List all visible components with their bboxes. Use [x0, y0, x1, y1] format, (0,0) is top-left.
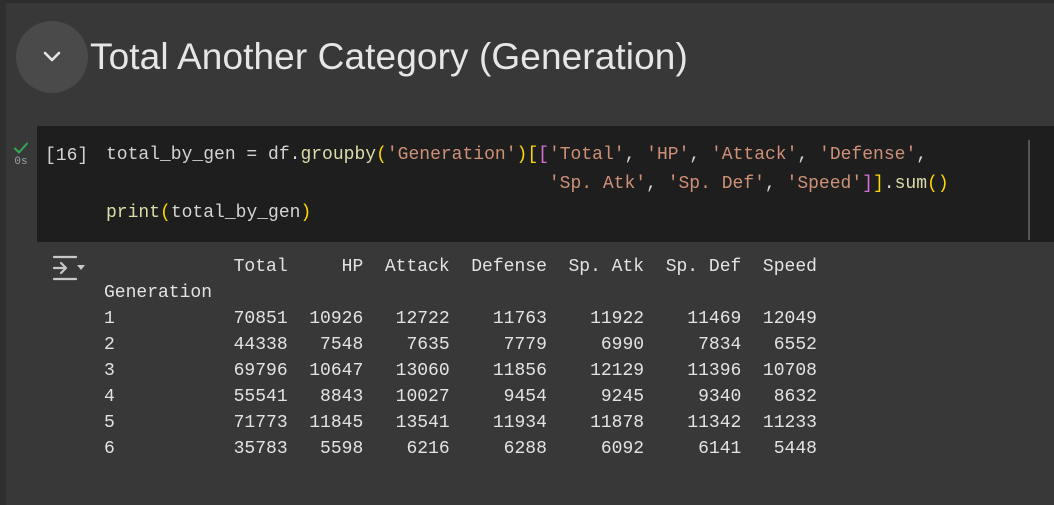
top-divider — [0, 0, 1054, 3]
code-line: 'Sp. Atk', 'Sp. Def', 'Speed']].sum() — [548, 174, 949, 194]
section-header: Total Another Category (Generation) — [16, 20, 688, 94]
execution-count: [16] — [45, 146, 89, 166]
check-icon — [14, 142, 28, 154]
output-options-icon — [52, 255, 85, 281]
code-line: print(total_by_gen) — [106, 203, 312, 223]
output-options-button[interactable] — [52, 254, 86, 287]
cell-scrollbar[interactable] — [1028, 140, 1030, 240]
code-editor[interactable]: total_by_gen = df.groupby('Generation')[… — [106, 141, 949, 228]
notebook-page: Total Another Category (Generation) 0s [… — [0, 0, 1054, 505]
output-line: 2 44338 7548 7635 7779 6990 7834 6552 — [104, 335, 817, 355]
output-line: 4 55541 8843 10027 9454 9245 9340 8632 — [104, 387, 817, 407]
execution-time: 0s — [14, 156, 28, 168]
output-line: 1 70851 10926 12722 11763 11922 11469 12… — [104, 309, 817, 329]
output-line: Total HP Attack Defense Sp. Atk Sp. Def … — [104, 257, 817, 277]
output-line: 5 71773 11845 13541 11934 11878 11342 11… — [104, 413, 817, 433]
code-line: total_by_gen = df.groupby('Generation')[… — [106, 145, 928, 165]
cell-output: Total HP Attack Defense Sp. Atk Sp. Def … — [104, 254, 817, 462]
output-line: Generation — [104, 283, 213, 303]
collapse-section-button[interactable] — [16, 21, 88, 93]
output-line: 3 69796 10647 13060 11856 12129 11396 10… — [104, 361, 817, 381]
section-title: Total Another Category (Generation) — [90, 36, 688, 77]
output-line: 6 35783 5598 6216 6288 6092 6141 5448 — [104, 439, 817, 459]
chevron-down-icon — [43, 51, 61, 62]
cell-run-status[interactable]: 0s — [10, 141, 32, 168]
code-cell[interactable]: [16] total_by_gen = df.groupby('Generati… — [37, 126, 1054, 242]
left-rail — [0, 0, 6, 505]
